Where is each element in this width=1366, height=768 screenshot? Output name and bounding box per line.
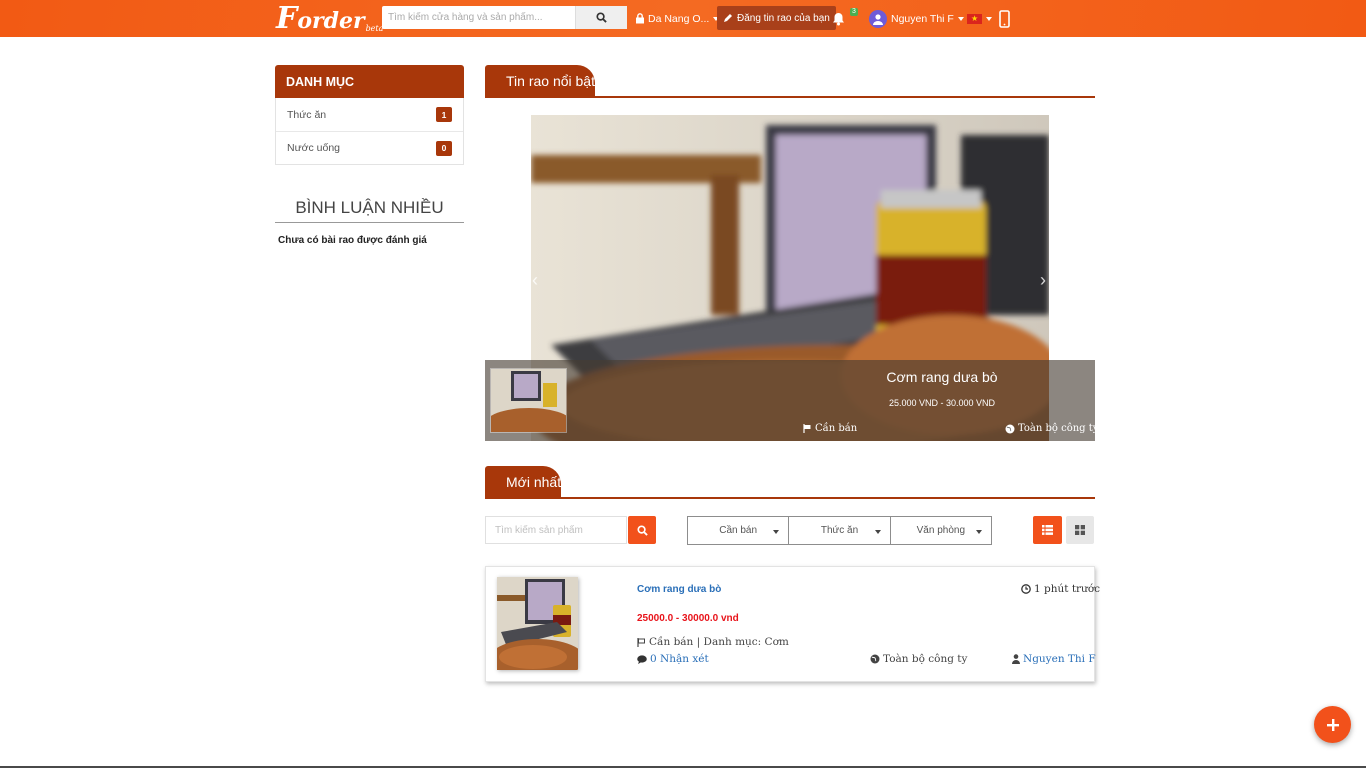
product-scope-label: Toàn bộ công ty bbox=[883, 653, 968, 665]
category-count-badge: 0 bbox=[436, 140, 452, 156]
product-time: 1 phút trước bbox=[1021, 583, 1100, 595]
store-search-input[interactable] bbox=[382, 6, 575, 29]
category-list: Thức ăn 1 Nước uống 0 bbox=[275, 98, 464, 165]
carousel-thumbnail[interactable] bbox=[490, 368, 567, 433]
avatar bbox=[869, 9, 887, 28]
featured-item-title[interactable]: Cơm rang dưa bò bbox=[860, 369, 1024, 385]
featured-item-type-label: Cần bán bbox=[815, 423, 858, 434]
featured-item-price: 25.000 VND - 30.000 VND bbox=[888, 398, 996, 408]
latest-section-divider bbox=[485, 497, 1095, 499]
product-thumbnail[interactable] bbox=[497, 577, 578, 670]
location-label: Da Nang O... bbox=[648, 12, 710, 25]
carousel-next-icon[interactable]: › bbox=[1040, 270, 1046, 291]
user-name: Nguyen Thi F bbox=[891, 12, 954, 25]
filter-group: Cần bán Thức ăn Văn phòng bbox=[687, 516, 992, 545]
location-dropdown[interactable]: Da Nang O... bbox=[635, 0, 720, 37]
forder-logo[interactable]: F order beta bbox=[276, 1, 384, 36]
logo-text: order bbox=[297, 8, 365, 34]
category-item-drinks[interactable]: Nước uống 0 bbox=[276, 131, 463, 164]
grid-view-button[interactable] bbox=[1066, 516, 1094, 544]
flag-icon bbox=[803, 424, 811, 433]
product-search-button[interactable] bbox=[628, 516, 656, 544]
product-name-link[interactable]: Cơm rang dưa bò bbox=[637, 584, 721, 595]
comment-icon bbox=[637, 654, 647, 664]
search-icon bbox=[636, 524, 648, 536]
filter-location-dropdown[interactable]: Văn phòng bbox=[889, 517, 991, 544]
add-post-fab-button[interactable] bbox=[1314, 706, 1351, 743]
user-menu[interactable]: Nguyen Thi F bbox=[869, 0, 964, 37]
user-icon bbox=[1012, 654, 1020, 664]
notifications-button[interactable] bbox=[832, 0, 845, 37]
product-comments-link[interactable]: 0 Nhận xét bbox=[637, 653, 709, 665]
mobile-phone-icon bbox=[999, 9, 1010, 28]
globe-icon bbox=[1005, 424, 1015, 433]
featured-item-type: Cần bán bbox=[803, 423, 857, 434]
product-meta: Cần bán | Danh mục: Cơm bbox=[637, 636, 789, 648]
lock-icon bbox=[636, 13, 644, 24]
notification-count-badge: 3 bbox=[850, 8, 858, 16]
language-dropdown[interactable]: ★ bbox=[967, 0, 992, 37]
filter-type-label: Cần bán bbox=[719, 525, 758, 536]
featured-item-scope-label: Toàn bộ công ty bbox=[1018, 423, 1099, 434]
plus-icon bbox=[1326, 718, 1339, 731]
bell-icon bbox=[833, 12, 844, 25]
mobile-app-button[interactable] bbox=[999, 0, 1010, 37]
post-ad-button[interactable]: Đăng tin rao của bạn bbox=[717, 6, 836, 30]
user-avatar-icon bbox=[873, 13, 883, 25]
category-count-badge: 1 bbox=[436, 107, 452, 122]
search-icon bbox=[596, 12, 607, 23]
filter-category-dropdown[interactable]: Thức ăn bbox=[788, 517, 889, 544]
product-meta-label: Cần bán | Danh mục: Cơm bbox=[649, 636, 789, 648]
featured-section-title: Tin rao nổi bật bbox=[485, 65, 595, 97]
category-label: Nước uống bbox=[287, 142, 341, 154]
clock-icon bbox=[1021, 584, 1031, 594]
globe-icon bbox=[870, 654, 880, 664]
product-photo-image bbox=[497, 577, 578, 670]
product-time-label: 1 phút trước bbox=[1034, 583, 1101, 595]
featured-item-scope: Toàn bộ công ty bbox=[1005, 423, 1098, 434]
chevron-down-icon bbox=[874, 530, 881, 534]
featured-section-divider bbox=[485, 96, 1095, 98]
category-label: Thức ăn bbox=[287, 108, 327, 121]
filter-location-label: Văn phòng bbox=[916, 525, 966, 536]
product-author-label: Nguyen Thi F bbox=[1023, 653, 1096, 665]
chevron-down-icon bbox=[986, 16, 992, 21]
list-view-button[interactable] bbox=[1033, 516, 1062, 544]
filter-type-dropdown[interactable]: Cần bán bbox=[688, 517, 788, 544]
flag-icon bbox=[637, 637, 645, 647]
category-item-food[interactable]: Thức ăn 1 bbox=[276, 98, 463, 131]
category-header: DANH MỤC bbox=[275, 65, 464, 98]
chevron-down-icon bbox=[773, 530, 780, 534]
product-comments-label: 0 Nhận xét bbox=[650, 653, 709, 665]
food-thumbnail-image bbox=[491, 369, 566, 432]
store-search-button[interactable] bbox=[575, 6, 627, 29]
most-commented-title: BÌNH LUẬN NHIỀU bbox=[275, 198, 464, 223]
post-ad-label: Đăng tin rao của bạn bbox=[737, 12, 830, 24]
store-search bbox=[382, 6, 627, 29]
logo-beta: beta bbox=[365, 24, 384, 33]
list-icon bbox=[1042, 525, 1053, 535]
product-author-link[interactable]: Nguyen Thi F bbox=[1012, 653, 1096, 665]
vietnam-flag-icon: ★ bbox=[967, 13, 982, 24]
grid-icon bbox=[1075, 525, 1085, 535]
logo-first-letter: F bbox=[276, 1, 298, 36]
chevron-down-icon bbox=[957, 16, 964, 21]
product-search-input[interactable] bbox=[485, 516, 627, 544]
chevron-down-icon bbox=[975, 530, 982, 534]
product-scope: Toàn bộ công ty bbox=[870, 653, 967, 665]
top-navbar: F order beta Da Nang O... Đăng tin rao c… bbox=[0, 0, 1366, 37]
pencil-icon bbox=[724, 14, 732, 22]
latest-section-title: Mới nhất bbox=[485, 466, 562, 498]
filter-category-label: Thức ăn bbox=[820, 525, 859, 536]
product-price: 25000.0 - 30000.0 vnd bbox=[637, 613, 739, 624]
carousel-prev-icon[interactable]: ‹ bbox=[532, 270, 538, 291]
most-commented-empty-text: Chưa có bài rao được đánh giá bbox=[278, 235, 427, 246]
